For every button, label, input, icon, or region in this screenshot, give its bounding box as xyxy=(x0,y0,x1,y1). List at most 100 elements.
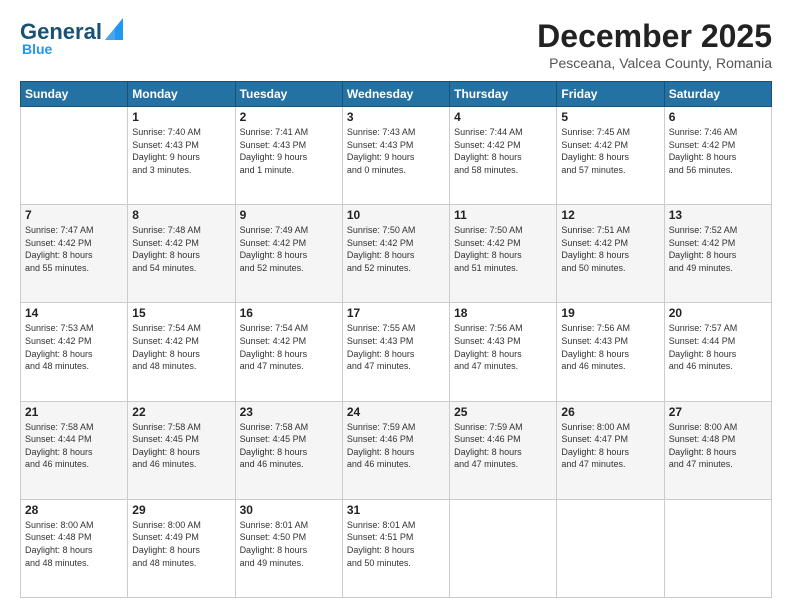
week-row-0: 1 Sunrise: 7:40 AM Sunset: 4:43 PM Daylig… xyxy=(21,107,772,205)
cell-content: Sunrise: 7:58 AM Sunset: 4:44 PM Dayligh… xyxy=(25,421,123,471)
cell-content: Sunrise: 7:51 AM Sunset: 4:42 PM Dayligh… xyxy=(561,224,659,274)
day-number: 25 xyxy=(454,405,552,419)
calendar-cell: 22Sunrise: 7:58 AM Sunset: 4:45 PM Dayli… xyxy=(128,401,235,499)
calendar-cell xyxy=(21,107,128,205)
cell-content: Sunrise: 7:56 AM Sunset: 4:43 PM Dayligh… xyxy=(454,322,552,372)
calendar-cell: 18Sunrise: 7:56 AM Sunset: 4:43 PM Dayli… xyxy=(450,303,557,401)
calendar-cell: 19Sunrise: 7:56 AM Sunset: 4:43 PM Dayli… xyxy=(557,303,664,401)
cell-content: Sunrise: 7:40 AM Sunset: 4:43 PM Dayligh… xyxy=(132,126,230,176)
calendar-cell: 5 Sunrise: 7:45 AM Sunset: 4:42 PM Daylig… xyxy=(557,107,664,205)
cell-content: Sunrise: 8:00 AM Sunset: 4:49 PM Dayligh… xyxy=(132,519,230,569)
day-number: 10 xyxy=(347,208,445,222)
calendar-cell: 28Sunrise: 8:00 AM Sunset: 4:48 PM Dayli… xyxy=(21,499,128,597)
cell-content: Sunrise: 7:43 AM Sunset: 4:43 PM Dayligh… xyxy=(347,126,445,176)
day-number: 5 xyxy=(561,110,659,124)
cell-content: Sunrise: 8:00 AM Sunset: 4:47 PM Dayligh… xyxy=(561,421,659,471)
calendar-cell: 3 Sunrise: 7:43 AM Sunset: 4:43 PM Daylig… xyxy=(342,107,449,205)
calendar-cell: 17 Sunrise: 7:55 AM Sunset: 4:43 PM Dayli… xyxy=(342,303,449,401)
day-number: 26 xyxy=(561,405,659,419)
calendar-cell: 24 Sunrise: 7:59 AM Sunset: 4:46 PM Dayli… xyxy=(342,401,449,499)
day-number: 3 xyxy=(347,110,445,124)
cell-content: Sunrise: 7:57 AM Sunset: 4:44 PM Dayligh… xyxy=(669,322,767,372)
day-number: 24 xyxy=(347,405,445,419)
day-number: 11 xyxy=(454,208,552,222)
title-block: December 2025 Pesceana, Valcea County, R… xyxy=(537,18,772,71)
logo-blue: Blue xyxy=(22,41,52,57)
cell-content: Sunrise: 7:41 AM Sunset: 4:43 PM Dayligh… xyxy=(240,126,338,176)
calendar-cell: 8Sunrise: 7:48 AM Sunset: 4:42 PM Daylig… xyxy=(128,205,235,303)
weekday-header-sunday: Sunday xyxy=(21,82,128,107)
calendar-cell xyxy=(450,499,557,597)
calendar-cell: 20 Sunrise: 7:57 AM Sunset: 4:44 PM Dayli… xyxy=(664,303,771,401)
calendar-cell: 2 Sunrise: 7:41 AM Sunset: 4:43 PM Daylig… xyxy=(235,107,342,205)
cell-content: Sunrise: 7:47 AM Sunset: 4:42 PM Dayligh… xyxy=(25,224,123,274)
cell-content: Sunrise: 7:52 AM Sunset: 4:42 PM Dayligh… xyxy=(669,224,767,274)
calendar-cell: 4 Sunrise: 7:44 AM Sunset: 4:42 PM Daylig… xyxy=(450,107,557,205)
calendar-cell: 30Sunrise: 8:01 AM Sunset: 4:50 PM Dayli… xyxy=(235,499,342,597)
day-number: 22 xyxy=(132,405,230,419)
day-number: 23 xyxy=(240,405,338,419)
day-number: 13 xyxy=(669,208,767,222)
weekday-header-friday: Friday xyxy=(557,82,664,107)
cell-content: Sunrise: 8:00 AM Sunset: 4:48 PM Dayligh… xyxy=(25,519,123,569)
calendar-cell: 6 Sunrise: 7:46 AM Sunset: 4:42 PM Daylig… xyxy=(664,107,771,205)
day-number: 19 xyxy=(561,306,659,320)
day-number: 20 xyxy=(669,306,767,320)
day-number: 6 xyxy=(669,110,767,124)
weekday-header-monday: Monday xyxy=(128,82,235,107)
day-number: 4 xyxy=(454,110,552,124)
day-number: 14 xyxy=(25,306,123,320)
calendar-cell: 26 Sunrise: 8:00 AM Sunset: 4:47 PM Dayli… xyxy=(557,401,664,499)
day-number: 9 xyxy=(240,208,338,222)
logo-triangle-icon xyxy=(105,18,123,40)
weekday-header-tuesday: Tuesday xyxy=(235,82,342,107)
weekday-header-wednesday: Wednesday xyxy=(342,82,449,107)
calendar-table: SundayMondayTuesdayWednesdayThursdayFrid… xyxy=(20,81,772,598)
calendar-cell: 21 Sunrise: 7:58 AM Sunset: 4:44 PM Dayli… xyxy=(21,401,128,499)
cell-content: Sunrise: 7:59 AM Sunset: 4:46 PM Dayligh… xyxy=(347,421,445,471)
day-number: 29 xyxy=(132,503,230,517)
cell-content: Sunrise: 7:54 AM Sunset: 4:42 PM Dayligh… xyxy=(240,322,338,372)
cell-content: Sunrise: 7:44 AM Sunset: 4:42 PM Dayligh… xyxy=(454,126,552,176)
day-number: 31 xyxy=(347,503,445,517)
day-number: 7 xyxy=(25,208,123,222)
cell-content: Sunrise: 7:53 AM Sunset: 4:42 PM Dayligh… xyxy=(25,322,123,372)
day-number: 15 xyxy=(132,306,230,320)
cell-content: Sunrise: 8:00 AM Sunset: 4:48 PM Dayligh… xyxy=(669,421,767,471)
cell-content: Sunrise: 7:55 AM Sunset: 4:43 PM Dayligh… xyxy=(347,322,445,372)
calendar-cell: 23 Sunrise: 7:58 AM Sunset: 4:45 PM Dayli… xyxy=(235,401,342,499)
cell-content: Sunrise: 8:01 AM Sunset: 4:51 PM Dayligh… xyxy=(347,519,445,569)
week-row-2: 14 Sunrise: 7:53 AM Sunset: 4:42 PM Dayli… xyxy=(21,303,772,401)
calendar-cell: 29 Sunrise: 8:00 AM Sunset: 4:49 PM Dayli… xyxy=(128,499,235,597)
calendar-cell: 16 Sunrise: 7:54 AM Sunset: 4:42 PM Dayli… xyxy=(235,303,342,401)
calendar-cell: 10 Sunrise: 7:50 AM Sunset: 4:42 PM Dayli… xyxy=(342,205,449,303)
calendar-cell xyxy=(664,499,771,597)
day-number: 27 xyxy=(669,405,767,419)
calendar-cell: 31 Sunrise: 8:01 AM Sunset: 4:51 PM Dayli… xyxy=(342,499,449,597)
day-number: 16 xyxy=(240,306,338,320)
header: General Blue December 2025 Pesceana, Val… xyxy=(20,18,772,71)
day-number: 17 xyxy=(347,306,445,320)
cell-content: Sunrise: 7:58 AM Sunset: 4:45 PM Dayligh… xyxy=(240,421,338,471)
calendar-cell: 13 Sunrise: 7:52 AM Sunset: 4:42 PM Dayli… xyxy=(664,205,771,303)
day-number: 8 xyxy=(132,208,230,222)
weekday-header-row: SundayMondayTuesdayWednesdayThursdayFrid… xyxy=(21,82,772,107)
cell-content: Sunrise: 7:45 AM Sunset: 4:42 PM Dayligh… xyxy=(561,126,659,176)
day-number: 21 xyxy=(25,405,123,419)
location: Pesceana, Valcea County, Romania xyxy=(537,55,772,71)
calendar-cell: 1 Sunrise: 7:40 AM Sunset: 4:43 PM Daylig… xyxy=(128,107,235,205)
week-row-4: 28Sunrise: 8:00 AM Sunset: 4:48 PM Dayli… xyxy=(21,499,772,597)
page: General Blue December 2025 Pesceana, Val… xyxy=(0,0,792,612)
cell-content: Sunrise: 7:50 AM Sunset: 4:42 PM Dayligh… xyxy=(347,224,445,274)
cell-content: Sunrise: 7:46 AM Sunset: 4:42 PM Dayligh… xyxy=(669,126,767,176)
week-row-1: 7 Sunrise: 7:47 AM Sunset: 4:42 PM Daylig… xyxy=(21,205,772,303)
calendar-cell: 27 Sunrise: 8:00 AM Sunset: 4:48 PM Dayli… xyxy=(664,401,771,499)
week-row-3: 21 Sunrise: 7:58 AM Sunset: 4:44 PM Dayli… xyxy=(21,401,772,499)
cell-content: Sunrise: 7:49 AM Sunset: 4:42 PM Dayligh… xyxy=(240,224,338,274)
calendar-cell: 14 Sunrise: 7:53 AM Sunset: 4:42 PM Dayli… xyxy=(21,303,128,401)
calendar-cell: 15Sunrise: 7:54 AM Sunset: 4:42 PM Dayli… xyxy=(128,303,235,401)
day-number: 2 xyxy=(240,110,338,124)
day-number: 1 xyxy=(132,110,230,124)
day-number: 12 xyxy=(561,208,659,222)
calendar-cell: 11Sunrise: 7:50 AM Sunset: 4:42 PM Dayli… xyxy=(450,205,557,303)
